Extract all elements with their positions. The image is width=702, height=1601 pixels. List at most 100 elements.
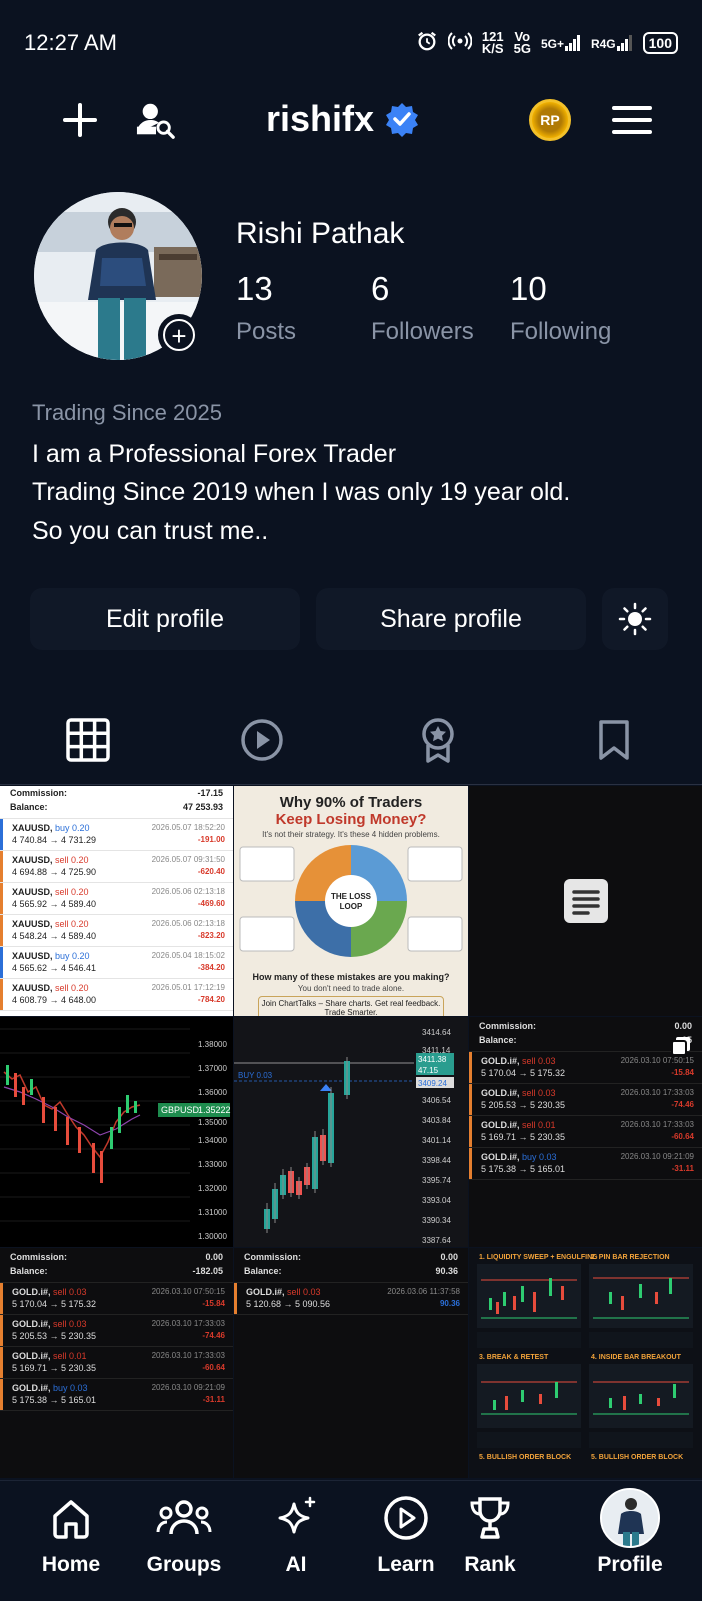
post-gold-chart[interactable]: BUY 0.03 3411.38 47.15 3409.24 3414.64 3… <box>234 1017 468 1247</box>
username: rishifx <box>266 98 375 139</box>
nav-profile[interactable]: Profile <box>580 1488 680 1577</box>
nav-home[interactable]: Home <box>21 1491 121 1577</box>
balance-row: Balance:05 <box>469 1033 702 1052</box>
trade-row: XAUUSD, buy 0.20 4 565.62 → 4 546.41 2026.… <box>0 947 233 979</box>
edit-profile-button[interactable]: Edit profile <box>30 588 300 650</box>
nav-ai[interactable]: AI <box>246 1491 346 1577</box>
sparkle-icon <box>246 1491 346 1545</box>
bio-line: So you can trust me.. <box>32 517 269 545</box>
price-label: 3401.14 <box>422 1136 451 1145</box>
profile-avatar-wrap[interactable]: + <box>34 192 204 362</box>
nav-rank[interactable]: Rank <box>440 1491 540 1577</box>
balance-row: Balance: 47 253.93 <box>0 800 233 819</box>
trade-row: XAUUSD, sell 0.20 4 694.88 → 4 725.90 2026… <box>0 851 233 883</box>
svg-text:THE LOSS: THE LOSS <box>331 892 372 901</box>
strategy-diagrams <box>477 1264 693 1448</box>
carousel-icon <box>671 1037 690 1056</box>
price-label: 3403.84 <box>422 1116 451 1125</box>
price-tag: 3409.24 <box>418 1079 447 1088</box>
trade-row: XAUUSD, sell 0.20 4 608.79 → 4 648.00 2026… <box>0 979 233 1011</box>
rp-badge: RP <box>529 99 571 141</box>
status-icons: 121 K/S Vo 5G 5G+ R4G 100 <box>416 30 678 55</box>
trade-row: XAUUSD, buy 0.20 4 740.84 → 4 731.29 2026.… <box>0 819 233 851</box>
stat-value: 10 <box>510 270 547 307</box>
tab-achievements[interactable] <box>408 710 468 770</box>
display-name: Rishi Pathak <box>236 217 405 250</box>
tab-reels[interactable] <box>232 710 292 770</box>
bio-caption: Trading Since 2025 <box>32 400 222 425</box>
document-icon <box>563 879 608 923</box>
post-trade-history-dark[interactable]: Commission:0.00 Balance:05 GOLD.i#, sell… <box>469 1017 702 1247</box>
create-post-button[interactable] <box>60 100 100 140</box>
nav-label: Home <box>41 1553 101 1576</box>
net-speed: 121 K/S <box>481 28 504 56</box>
price-tag: 3411.38 <box>418 1055 447 1064</box>
nav-label: Rank <box>464 1553 516 1576</box>
loss-loop-diagram: THE LOSS LOOP <box>239 845 463 957</box>
stat-followers[interactable]: 6 Followers <box>371 270 474 346</box>
nav-groups[interactable]: Groups <box>134 1491 234 1577</box>
post-trade-history[interactable]: Commission: -17.15 Balance: 47 253.93 XAUU… <box>0 786 233 1016</box>
price-label: 1.38000 <box>198 1040 227 1049</box>
poster-note: You don't need to trade alone. <box>297 984 405 993</box>
trade-row: GOLD.i#, sell 0.01 5 169.71 → 5 230.35 202… <box>0 1347 233 1379</box>
share-profile-button[interactable]: Share profile <box>316 588 586 650</box>
price-label: 3411.14 <box>422 1046 451 1055</box>
price-label: 1.34000 <box>198 1136 227 1145</box>
play-circle-icon <box>241 719 283 761</box>
username-block[interactable]: rishifx <box>266 98 420 140</box>
price-tag: 1.35222 <box>198 1105 231 1115</box>
bookmark-icon <box>599 720 629 760</box>
trade-row: GOLD.i#, buy 0.03 5 175.38 → 5 165.01 2026… <box>0 1379 233 1411</box>
find-people-button[interactable] <box>136 100 176 140</box>
candlestick-chart: GBPUSD 1.35222 1.38000 1.37000 1.36000 1… <box>0 1028 231 1241</box>
commission-row: Commission: -17.15 <box>10 788 223 798</box>
plus-icon <box>63 103 97 137</box>
price-label: 3398.44 <box>422 1156 451 1165</box>
tab-grid[interactable] <box>58 710 118 770</box>
price-label: 3395.74 <box>422 1176 451 1185</box>
groups-icon <box>134 1491 234 1545</box>
status-bar: 12:27 AM 121 K/S Vo 5G 5G+ R4G 100 <box>0 0 702 90</box>
commission-row: Commission: 0.00 <box>10 1252 223 1262</box>
trade-row: GOLD.i#, sell 0.03 5 170.04 → 5 175.32 202… <box>0 1283 233 1315</box>
trade-row: GOLD.i#, buy 0.03 5 175.38 → 5 165.01 2026… <box>469 1148 702 1180</box>
symbol-tag: GBPUSD <box>161 1105 200 1115</box>
price-tag: 47.15 <box>418 1066 439 1075</box>
post-strategy-cheatsheet[interactable]: 1. LIQUIDITY SWEEP + ENGULFING 2. PIN BA… <box>469 1248 702 1478</box>
menu-button[interactable] <box>612 100 652 140</box>
poster-title: Keep Losing Money? <box>275 811 427 828</box>
stat-posts[interactable]: 13 Posts <box>236 270 296 346</box>
price-label: 3390.34 <box>422 1216 451 1225</box>
rank-points-button[interactable]: RP <box>526 96 574 144</box>
balance-row: Balance: -182.05 <box>0 1264 233 1283</box>
post-text-placeholder[interactable] <box>469 786 702 1016</box>
stat-following[interactable]: 10 Following <box>510 270 611 346</box>
post-loss-loop-poster[interactable]: Why 90% of Traders Keep Losing Money? It… <box>234 786 468 1016</box>
alarm-icon <box>416 30 438 55</box>
trade-row: GOLD.i#, sell 0.03 5 205.53 → 5 230.35 202… <box>0 1315 233 1347</box>
post-trade-history-dark[interactable]: Commission: 0.00 Balance: -182.05 GOLD.i#,… <box>0 1248 233 1478</box>
post-gbpusd-chart[interactable]: GBPUSD 1.35222 1.38000 1.37000 1.36000 1… <box>0 1017 233 1247</box>
theme-toggle-button[interactable] <box>602 588 668 650</box>
profile-avatar-icon <box>600 1488 660 1548</box>
add-icon: + <box>163 319 195 351</box>
price-label: 3393.04 <box>422 1196 451 1205</box>
tab-saved[interactable] <box>584 710 644 770</box>
poster-question: How many of these mistakes are you makin… <box>252 972 450 982</box>
bottom-navigation: Home Groups AI Learn Rank Profile <box>0 1480 702 1601</box>
trade-row: GOLD.i#, sell 0.03 5 170.04 → 5 175.32 202… <box>469 1052 702 1084</box>
price-label: 1.37000 <box>198 1064 227 1073</box>
price-label: 1.35000 <box>198 1118 227 1127</box>
candlestick-chart: BUY 0.03 3411.38 47.15 3409.24 3414.64 3… <box>234 1028 454 1245</box>
trade-row: GOLD.i#, sell 0.01 5 169.71 → 5 230.35 202… <box>469 1116 702 1148</box>
trade-row: GOLD.i#, sell 0.03 5 205.53 → 5 230.35 202… <box>469 1084 702 1116</box>
commission-row: Commission: 0.00 <box>244 1252 458 1262</box>
nav-label: Groups <box>146 1553 222 1576</box>
home-icon <box>21 1491 121 1545</box>
post-trade-history-dark[interactable]: Commission: 0.00 Balance: 90.36 GOLD.i#, s… <box>234 1248 468 1478</box>
profile-tabs <box>0 700 702 785</box>
buy-order-label: BUY 0.03 <box>238 1071 273 1080</box>
stat-label: Following <box>510 318 612 345</box>
add-story-button[interactable]: + <box>158 314 200 356</box>
